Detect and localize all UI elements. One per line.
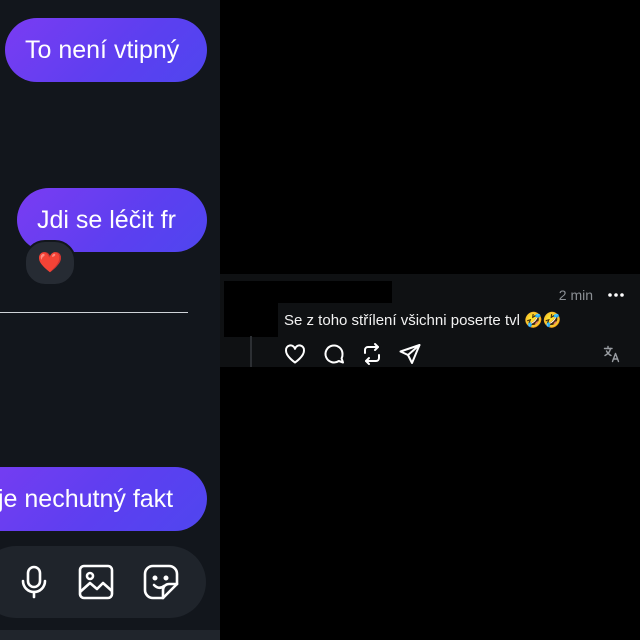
image-icon[interactable] [78, 564, 114, 600]
comment-card: 2 min Se z toho střílení všichni poserte… [220, 274, 640, 367]
reaction-badge[interactable]: ❤️ [24, 240, 76, 286]
redacted-username [224, 281, 392, 303]
thread-line [250, 336, 252, 367]
chat-panel: To není vtipný Jdi se léčit fr ❤️ je nec… [0, 0, 220, 640]
bottom-bar [0, 630, 220, 640]
comment-timestamp: 2 min [558, 287, 593, 303]
message-bubble[interactable]: je nechutný fakt [0, 467, 207, 531]
sticker-icon[interactable] [143, 564, 179, 600]
comment-text: Se z toho střílení všichni poserte tvl 🤣… [284, 312, 562, 329]
heart-icon[interactable] [283, 342, 307, 366]
share-icon[interactable] [398, 342, 422, 366]
heart-reaction-icon: ❤️ [37, 252, 63, 274]
divider [0, 312, 188, 313]
microphone-icon[interactable] [16, 564, 52, 600]
message-bubble[interactable]: To není vtipný [5, 18, 207, 82]
repost-icon[interactable] [360, 342, 384, 366]
reply-icon[interactable] [322, 342, 346, 366]
translate-icon[interactable] [603, 345, 621, 363]
more-icon[interactable] [607, 286, 625, 304]
